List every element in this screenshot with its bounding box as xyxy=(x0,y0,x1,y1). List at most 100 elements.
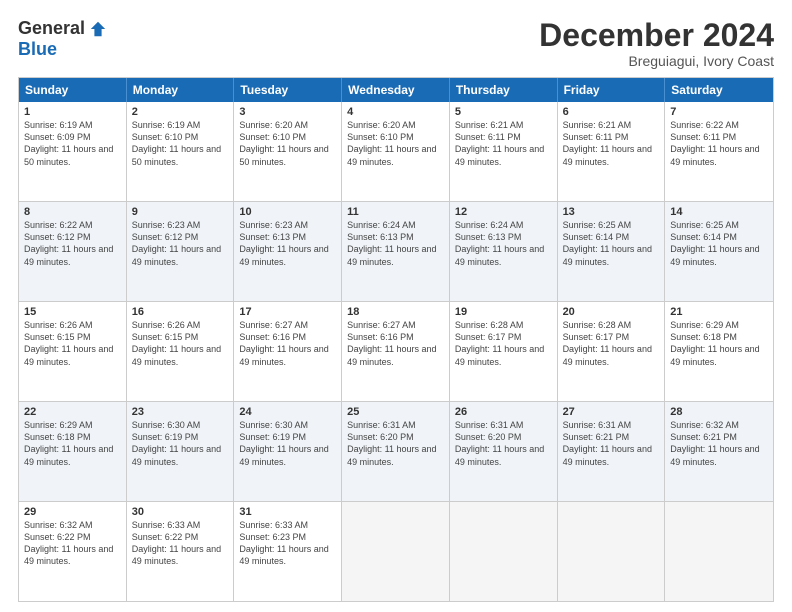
day-info: Sunrise: 6:33 AMSunset: 6:22 PMDaylight:… xyxy=(132,519,229,568)
day-number: 20 xyxy=(563,306,660,318)
calendar-row-4: 22Sunrise: 6:29 AMSunset: 6:18 PMDayligh… xyxy=(19,401,773,501)
day-number: 9 xyxy=(132,206,229,218)
day-number: 23 xyxy=(132,406,229,418)
day-info: Sunrise: 6:24 AMSunset: 6:13 PMDaylight:… xyxy=(455,219,552,268)
empty-cell xyxy=(665,502,773,601)
day-number: 21 xyxy=(670,306,768,318)
day-info: Sunrise: 6:28 AMSunset: 6:17 PMDaylight:… xyxy=(563,319,660,368)
day-info: Sunrise: 6:19 AMSunset: 6:09 PMDaylight:… xyxy=(24,119,121,168)
day-cell-29: 29Sunrise: 6:32 AMSunset: 6:22 PMDayligh… xyxy=(19,502,127,601)
day-info: Sunrise: 6:23 AMSunset: 6:13 PMDaylight:… xyxy=(239,219,336,268)
day-cell-4: 4Sunrise: 6:20 AMSunset: 6:10 PMDaylight… xyxy=(342,102,450,201)
day-info: Sunrise: 6:30 AMSunset: 6:19 PMDaylight:… xyxy=(132,419,229,468)
logo-blue: Blue xyxy=(18,39,57,60)
header: General Blue December 2024 Breguiagui, I… xyxy=(18,18,774,69)
day-info: Sunrise: 6:21 AMSunset: 6:11 PMDaylight:… xyxy=(455,119,552,168)
day-cell-15: 15Sunrise: 6:26 AMSunset: 6:15 PMDayligh… xyxy=(19,302,127,401)
day-number: 8 xyxy=(24,206,121,218)
logo: General Blue xyxy=(18,18,107,60)
day-cell-11: 11Sunrise: 6:24 AMSunset: 6:13 PMDayligh… xyxy=(342,202,450,301)
day-info: Sunrise: 6:21 AMSunset: 6:11 PMDaylight:… xyxy=(563,119,660,168)
day-info: Sunrise: 6:27 AMSunset: 6:16 PMDaylight:… xyxy=(347,319,444,368)
day-info: Sunrise: 6:31 AMSunset: 6:20 PMDaylight:… xyxy=(455,419,552,468)
day-header-friday: Friday xyxy=(558,78,666,102)
day-cell-12: 12Sunrise: 6:24 AMSunset: 6:13 PMDayligh… xyxy=(450,202,558,301)
day-number: 3 xyxy=(239,106,336,118)
day-number: 6 xyxy=(563,106,660,118)
day-cell-28: 28Sunrise: 6:32 AMSunset: 6:21 PMDayligh… xyxy=(665,402,773,501)
day-info: Sunrise: 6:32 AMSunset: 6:22 PMDaylight:… xyxy=(24,519,121,568)
empty-cell xyxy=(558,502,666,601)
day-info: Sunrise: 6:29 AMSunset: 6:18 PMDaylight:… xyxy=(24,419,121,468)
day-info: Sunrise: 6:31 AMSunset: 6:20 PMDaylight:… xyxy=(347,419,444,468)
day-cell-14: 14Sunrise: 6:25 AMSunset: 6:14 PMDayligh… xyxy=(665,202,773,301)
day-header-saturday: Saturday xyxy=(665,78,773,102)
title-block: December 2024 Breguiagui, Ivory Coast xyxy=(539,18,774,69)
day-number: 25 xyxy=(347,406,444,418)
day-cell-5: 5Sunrise: 6:21 AMSunset: 6:11 PMDaylight… xyxy=(450,102,558,201)
day-number: 16 xyxy=(132,306,229,318)
day-info: Sunrise: 6:26 AMSunset: 6:15 PMDaylight:… xyxy=(24,319,121,368)
day-number: 17 xyxy=(239,306,336,318)
day-cell-2: 2Sunrise: 6:19 AMSunset: 6:10 PMDaylight… xyxy=(127,102,235,201)
day-cell-13: 13Sunrise: 6:25 AMSunset: 6:14 PMDayligh… xyxy=(558,202,666,301)
day-number: 7 xyxy=(670,106,768,118)
day-cell-10: 10Sunrise: 6:23 AMSunset: 6:13 PMDayligh… xyxy=(234,202,342,301)
day-number: 4 xyxy=(347,106,444,118)
calendar-header: SundayMondayTuesdayWednesdayThursdayFrid… xyxy=(19,78,773,102)
day-cell-21: 21Sunrise: 6:29 AMSunset: 6:18 PMDayligh… xyxy=(665,302,773,401)
day-cell-8: 8Sunrise: 6:22 AMSunset: 6:12 PMDaylight… xyxy=(19,202,127,301)
day-cell-6: 6Sunrise: 6:21 AMSunset: 6:11 PMDaylight… xyxy=(558,102,666,201)
day-cell-19: 19Sunrise: 6:28 AMSunset: 6:17 PMDayligh… xyxy=(450,302,558,401)
day-number: 2 xyxy=(132,106,229,118)
day-number: 18 xyxy=(347,306,444,318)
day-cell-20: 20Sunrise: 6:28 AMSunset: 6:17 PMDayligh… xyxy=(558,302,666,401)
day-number: 27 xyxy=(563,406,660,418)
day-number: 14 xyxy=(670,206,768,218)
day-info: Sunrise: 6:33 AMSunset: 6:23 PMDaylight:… xyxy=(239,519,336,568)
day-cell-3: 3Sunrise: 6:20 AMSunset: 6:10 PMDaylight… xyxy=(234,102,342,201)
day-number: 30 xyxy=(132,506,229,518)
day-info: Sunrise: 6:25 AMSunset: 6:14 PMDaylight:… xyxy=(670,219,768,268)
day-info: Sunrise: 6:29 AMSunset: 6:18 PMDaylight:… xyxy=(670,319,768,368)
day-info: Sunrise: 6:22 AMSunset: 6:11 PMDaylight:… xyxy=(670,119,768,168)
day-header-thursday: Thursday xyxy=(450,78,558,102)
day-number: 28 xyxy=(670,406,768,418)
day-info: Sunrise: 6:23 AMSunset: 6:12 PMDaylight:… xyxy=(132,219,229,268)
day-cell-26: 26Sunrise: 6:31 AMSunset: 6:20 PMDayligh… xyxy=(450,402,558,501)
logo-icon xyxy=(89,20,107,38)
day-number: 15 xyxy=(24,306,121,318)
day-info: Sunrise: 6:20 AMSunset: 6:10 PMDaylight:… xyxy=(347,119,444,168)
day-number: 31 xyxy=(239,506,336,518)
day-number: 11 xyxy=(347,206,444,218)
day-header-tuesday: Tuesday xyxy=(234,78,342,102)
day-cell-18: 18Sunrise: 6:27 AMSunset: 6:16 PMDayligh… xyxy=(342,302,450,401)
day-cell-25: 25Sunrise: 6:31 AMSunset: 6:20 PMDayligh… xyxy=(342,402,450,501)
calendar-body: 1Sunrise: 6:19 AMSunset: 6:09 PMDaylight… xyxy=(19,102,773,601)
day-info: Sunrise: 6:20 AMSunset: 6:10 PMDaylight:… xyxy=(239,119,336,168)
day-cell-30: 30Sunrise: 6:33 AMSunset: 6:22 PMDayligh… xyxy=(127,502,235,601)
day-info: Sunrise: 6:22 AMSunset: 6:12 PMDaylight:… xyxy=(24,219,121,268)
calendar: SundayMondayTuesdayWednesdayThursdayFrid… xyxy=(18,77,774,602)
calendar-row-2: 8Sunrise: 6:22 AMSunset: 6:12 PMDaylight… xyxy=(19,201,773,301)
calendar-row-5: 29Sunrise: 6:32 AMSunset: 6:22 PMDayligh… xyxy=(19,501,773,601)
day-header-monday: Monday xyxy=(127,78,235,102)
day-cell-23: 23Sunrise: 6:30 AMSunset: 6:19 PMDayligh… xyxy=(127,402,235,501)
day-info: Sunrise: 6:26 AMSunset: 6:15 PMDaylight:… xyxy=(132,319,229,368)
day-number: 19 xyxy=(455,306,552,318)
day-info: Sunrise: 6:32 AMSunset: 6:21 PMDaylight:… xyxy=(670,419,768,468)
day-info: Sunrise: 6:30 AMSunset: 6:19 PMDaylight:… xyxy=(239,419,336,468)
day-cell-7: 7Sunrise: 6:22 AMSunset: 6:11 PMDaylight… xyxy=(665,102,773,201)
page: General Blue December 2024 Breguiagui, I… xyxy=(0,0,792,612)
day-cell-16: 16Sunrise: 6:26 AMSunset: 6:15 PMDayligh… xyxy=(127,302,235,401)
logo-general: General xyxy=(18,18,85,39)
day-cell-1: 1Sunrise: 6:19 AMSunset: 6:09 PMDaylight… xyxy=(19,102,127,201)
day-cell-17: 17Sunrise: 6:27 AMSunset: 6:16 PMDayligh… xyxy=(234,302,342,401)
day-info: Sunrise: 6:28 AMSunset: 6:17 PMDaylight:… xyxy=(455,319,552,368)
day-number: 13 xyxy=(563,206,660,218)
day-number: 26 xyxy=(455,406,552,418)
day-number: 24 xyxy=(239,406,336,418)
day-number: 1 xyxy=(24,106,121,118)
empty-cell xyxy=(450,502,558,601)
day-number: 22 xyxy=(24,406,121,418)
